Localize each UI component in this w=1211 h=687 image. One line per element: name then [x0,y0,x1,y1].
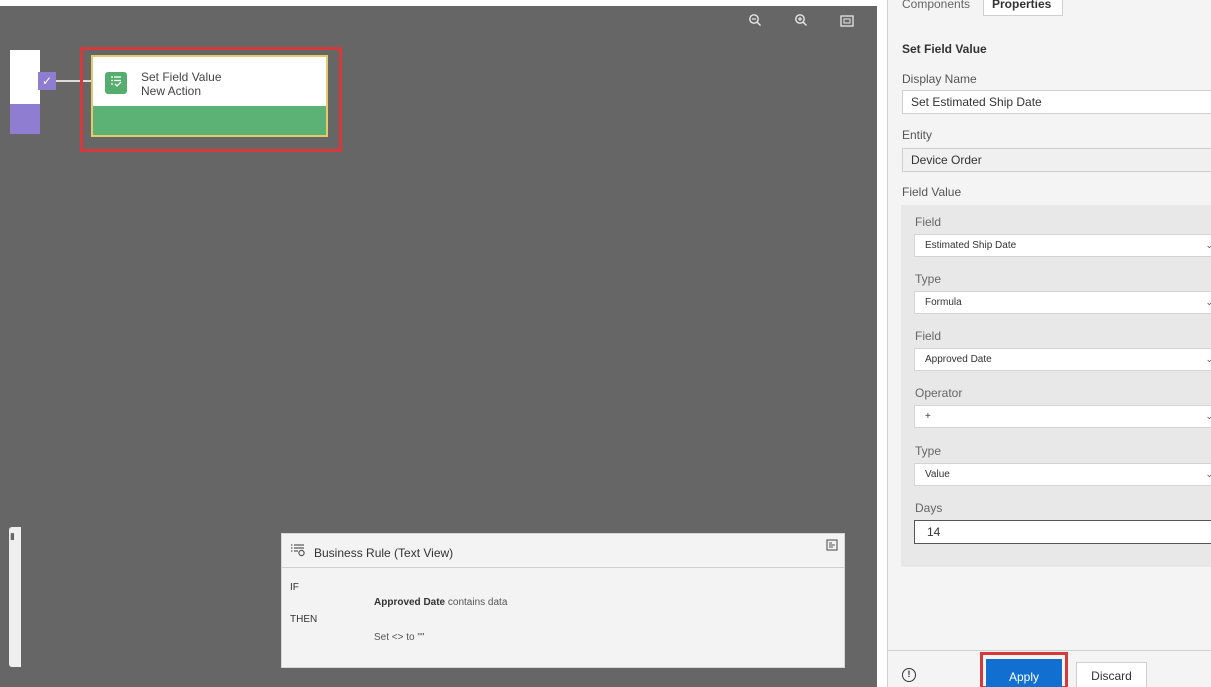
text-view-header: Business Rule (Text View) [282,534,844,568]
fit-to-screen-icon[interactable] [836,12,858,34]
condition-rest: contains data [445,597,508,608]
set-field-value-action-node[interactable]: Set Field Value New Action [91,55,328,137]
operator-select[interactable]: + ⌄ [914,405,1211,428]
then-label: THEN [290,614,318,625]
zoom-out-icon [749,14,761,26]
chevron-down-icon: ⌄ [1205,469,1211,479]
type-select-value: Formula [925,297,962,308]
field2-label: Field [915,329,942,343]
display-name-label: Display Name [902,72,977,86]
display-name-input[interactable]: Set Estimated Ship Date [902,90,1211,114]
days-input[interactable]: 14 [914,520,1211,544]
text-view-title: Business Rule (Text View) [314,546,454,560]
condition-text: Approved Date contains data [374,597,507,608]
entity-label: Entity [902,128,933,142]
expand-icon[interactable] [826,539,838,554]
chevron-down-icon: ⌄ [1205,297,1211,307]
zoom-in-icon[interactable] [790,12,812,34]
field2-select[interactable]: Approved Date ⌄ [914,348,1211,371]
type2-label: Type [915,444,942,458]
collapse-icon: ▮ [10,531,15,541]
condition-node-footer [10,104,40,134]
action-node-body: Set Field Value New Action [93,57,326,106]
field2-select-value: Approved Date [925,354,992,365]
discard-button[interactable]: Discard [1076,662,1147,687]
business-rule-text-view: Business Rule (Text View) IF Approved Da… [281,533,845,668]
canvas-divider [877,0,887,687]
tab-properties[interactable]: Properties [983,0,1063,16]
panel-tabs: Components Properties [888,0,1211,22]
field-value-group: Field Estimated Ship Date ⌄ Type Formula… [901,205,1211,567]
field-label: Field [915,215,942,229]
operator-select-value: + [925,411,931,422]
zoom-out-icon[interactable] [744,12,766,34]
chevron-down-icon: ⌄ [1205,354,1211,364]
expand-icon [826,539,838,551]
type2-select-value: Value [925,469,950,480]
collapse-handle[interactable]: ▮ [9,527,21,667]
action-node-subtitle: New Action [141,84,202,98]
tab-components[interactable]: Components [902,0,970,16]
field-select-value: Estimated Ship Date [925,240,1017,251]
condition-field: Approved Date [374,597,446,608]
properties-panel: Components Properties Set Field Value Di… [887,0,1211,687]
designer-canvas[interactable]: ✓ Set Field Value New Action ▮ Business … [0,6,877,687]
if-label: IF [290,582,299,593]
action-node-title: Set Field Value [141,70,222,84]
type-label: Type [915,272,942,286]
fit-to-screen-icon [840,15,854,27]
business-rule-icon [291,544,305,557]
chevron-down-icon: ⌄ [1205,411,1211,421]
panel-footer: ! Apply Discard [888,650,1211,687]
type-select[interactable]: Formula ⌄ [914,291,1211,314]
action-text: Set <> to "" [374,632,425,643]
info-icon[interactable]: ! [902,668,916,682]
chevron-down-icon: ⌄ [1205,240,1211,250]
business-rule-icon [290,543,306,560]
action-node-footer [93,106,326,135]
field-select[interactable]: Estimated Ship Date ⌄ [914,234,1211,257]
section-title: Set Field Value [902,42,987,56]
set-field-value-icon [111,76,122,87]
set-field-value-icon [105,72,127,94]
condition-node[interactable] [10,50,40,134]
entity-field: Device Order [902,148,1211,172]
operator-label: Operator [915,386,963,400]
type2-select[interactable]: Value ⌄ [914,463,1211,486]
field-value-label: Field Value [902,185,962,199]
zoom-in-icon [795,14,807,26]
apply-button[interactable]: Apply [986,659,1062,687]
condition-node-body [10,50,40,104]
check-icon: ✓ [38,72,56,90]
days-label: Days [915,501,943,515]
